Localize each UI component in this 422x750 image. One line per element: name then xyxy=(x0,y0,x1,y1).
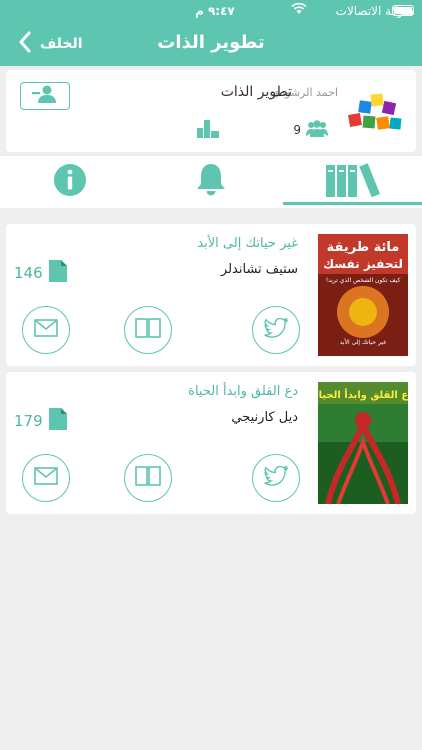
book-cover[interactable]: دع القلق وابدأ الحياة xyxy=(318,382,408,504)
book-title[interactable]: دع القلق وابدأ الحياة xyxy=(188,384,298,399)
book-card[interactable]: مائة طريقة لتحفيز نفسك كيف تكون الشخص ال… xyxy=(6,224,416,366)
page-count-value: 179 xyxy=(14,412,43,430)
read-book-button[interactable] xyxy=(124,306,172,354)
share-twitter-button[interactable] xyxy=(252,306,300,354)
members-count[interactable]: 9 xyxy=(293,119,328,141)
page-count: 146 xyxy=(14,260,67,286)
cover-headline-2: لتحفيز نفسك xyxy=(323,257,403,271)
cover-tagline: كيف تكون الشخص الذي تريد! xyxy=(326,277,401,284)
group-header-card: احمد الرشودي تطوير الذات 9 xyxy=(6,70,416,152)
user-add-icon xyxy=(30,84,60,108)
open-book-icon xyxy=(135,465,161,491)
tab-info[interactable] xyxy=(0,156,140,208)
share-email-button[interactable] xyxy=(22,454,70,502)
book-card[interactable]: دع القلق وابدأ الحياة دع القلق وابدأ الح… xyxy=(6,372,416,514)
group-name: تطوير الذات xyxy=(220,84,292,100)
twitter-icon xyxy=(264,317,289,342)
open-book-icon xyxy=(135,317,161,343)
cover-headline: دع القلق وابدأ الحياة xyxy=(318,388,408,401)
wifi-icon xyxy=(291,2,307,18)
cover-headline: مائة طريقة xyxy=(327,240,400,255)
members-count-value: 9 xyxy=(293,123,301,137)
stats-chart-icon[interactable] xyxy=(196,118,220,142)
carrier-name: شركة الاتصالات xyxy=(335,4,414,18)
navigation-bar: الخلف تطوير الذات xyxy=(0,22,422,66)
group-logo xyxy=(346,90,406,134)
share-twitter-button[interactable] xyxy=(252,454,300,502)
status-bar: ٩:٤٧ م شركة الاتصالات xyxy=(0,0,422,22)
document-icon xyxy=(48,408,67,434)
page-count-value: 146 xyxy=(14,264,43,282)
book-title[interactable]: غير حياتك إلى الأبد xyxy=(197,236,298,251)
books-icon xyxy=(326,163,381,201)
tab-bar xyxy=(0,156,422,208)
bell-icon xyxy=(194,162,228,202)
twitter-icon xyxy=(264,465,289,490)
envelope-icon xyxy=(34,319,58,341)
page-count: 179 xyxy=(14,408,67,434)
users-group-icon xyxy=(306,119,328,141)
share-email-button[interactable] xyxy=(22,306,70,354)
status-time: ٩:٤٧ م xyxy=(195,4,235,18)
book-author: ديل كارنيجي xyxy=(231,410,298,425)
tab-notifications[interactable] xyxy=(141,156,281,208)
read-book-button[interactable] xyxy=(124,454,172,502)
cover-subtitle: غير حياتك إلى الأبد xyxy=(340,338,386,346)
follow-group-button[interactable] xyxy=(20,82,70,110)
envelope-icon xyxy=(34,467,58,489)
page-title: تطوير الذات xyxy=(157,32,265,53)
book-author: ستيف تشاندلر xyxy=(220,262,298,277)
book-cover[interactable]: مائة طريقة لتحفيز نفسك كيف تكون الشخص ال… xyxy=(318,234,408,356)
tab-books[interactable] xyxy=(283,156,422,208)
document-icon xyxy=(48,260,67,286)
info-icon xyxy=(53,163,87,201)
